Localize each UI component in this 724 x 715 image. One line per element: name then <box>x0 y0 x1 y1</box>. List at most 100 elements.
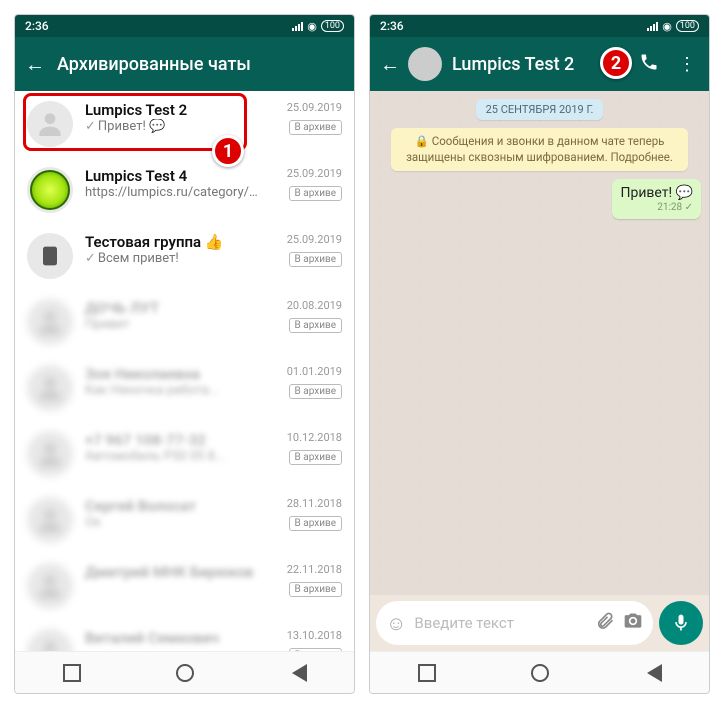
avatar[interactable] <box>27 365 73 411</box>
chat-date: 25.09.2019 <box>274 233 342 246</box>
chat-row[interactable]: Сергей ВолосатОк 28.11.2018 В архиве <box>15 487 354 553</box>
archived-badge: В архиве <box>289 384 342 399</box>
nav-recent-icon[interactable] <box>63 664 81 682</box>
chat-date: 25.09.2019 <box>274 167 342 180</box>
nav-back-icon[interactable] <box>289 664 307 682</box>
chat-date: 13.10.2018 <box>274 629 342 642</box>
chat-name: +7 967 108-77-32 <box>85 431 262 449</box>
text-field[interactable]: Введите текст <box>414 614 587 632</box>
archived-badge: В архиве <box>289 648 342 651</box>
chat-row[interactable]: +7 967 108-77-32Автомобиль P50 05 8... 10… <box>15 421 354 487</box>
archived-badge: В архиве <box>289 516 342 531</box>
nav-home-icon[interactable] <box>531 664 549 682</box>
app-bar-chat: ← Lumpics Test 2 ⋮ <box>370 37 709 91</box>
battery-icon: 100 <box>321 20 344 32</box>
chat-name: Lumpics Test 4 <box>85 167 262 185</box>
call-icon[interactable] <box>635 52 663 77</box>
archived-badge: В архиве <box>289 582 342 597</box>
chat-date: 22.11.2018 <box>274 563 342 576</box>
avatar[interactable] <box>27 233 73 279</box>
chat-last-message: Как Ниночка работа... <box>85 383 262 398</box>
more-icon[interactable]: ⋮ <box>673 54 701 75</box>
phone-right: 2:36 ◉ 100 ← Lumpics Test 2 ⋮ 25 СЕНТЯБР… <box>369 14 710 694</box>
avatar[interactable] <box>27 431 73 477</box>
battery-icon: 100 <box>676 20 699 32</box>
chat-date: 01.01.2019 <box>274 365 342 378</box>
nav-back-icon[interactable] <box>644 664 662 682</box>
check-icon: ✓ <box>85 119 96 134</box>
chat-name: Виталий Семкович <box>85 629 262 647</box>
camera-icon[interactable] <box>623 611 643 636</box>
chat-last-message: Автомобиль P50 05 8... <box>85 449 262 464</box>
chat-name: Сергей Волосат <box>85 497 262 515</box>
chat-row[interactable]: Lumpics Test 4https://lumpics.ru/categor… <box>15 157 354 223</box>
check-icon: ✓ <box>85 251 96 266</box>
chat-row[interactable]: Зоя НиколаевнаКак Ниночка работа... 01.01… <box>15 355 354 421</box>
message-input[interactable]: ☺ Введите текст <box>376 601 653 645</box>
chat-name: Lumpics Test 2 <box>85 101 262 119</box>
status-bar: 2:36 ◉ 100 <box>370 15 709 37</box>
emoji-icon[interactable]: ☺ <box>386 611 406 636</box>
chat-date: 28.11.2018 <box>274 497 342 510</box>
signal-icon <box>292 22 303 31</box>
phone-left: 2:36 ◉ 100 ← Архивированные чаты Lumpics… <box>14 14 355 694</box>
chat-last-message: ✓Привет! 💬 <box>85 119 262 134</box>
archived-badge: В архиве <box>289 450 342 465</box>
nav-recent-icon[interactable] <box>418 664 436 682</box>
status-icons: ◉ 100 <box>647 20 699 33</box>
chat-last-message: https://lumpics.ru/category/w... <box>85 185 262 200</box>
nav-home-icon[interactable] <box>176 664 194 682</box>
chat-row[interactable]: Тестовая группа 👍✓Всем привет! 25.09.2019… <box>15 223 354 289</box>
android-nav-bar <box>370 651 709 693</box>
avatar[interactable] <box>27 101 73 147</box>
check-icon: ✓ <box>685 202 693 213</box>
chat-last-message: Ок <box>85 515 262 530</box>
archived-badge: В архиве <box>289 186 342 201</box>
clock: 2:36 <box>25 19 49 33</box>
chat-name: Дмитрий МНК Бирюков <box>85 563 262 581</box>
wifi-icon: ◉ <box>662 20 672 33</box>
avatar[interactable] <box>27 167 73 213</box>
app-bar-archived: ← Архивированные чаты <box>15 37 354 91</box>
message-bubble-outgoing[interactable]: Привет! 💬 21:28 ✓ <box>612 179 701 219</box>
chat-date: 25.09.2019 <box>274 101 342 114</box>
back-arrow-icon[interactable]: ← <box>23 52 47 77</box>
avatar[interactable] <box>27 497 73 543</box>
back-arrow-icon[interactable]: ← <box>378 52 402 77</box>
archived-chat-list[interactable]: Lumpics Test 2✓Привет! 💬 25.09.2019 В архи… <box>15 91 354 651</box>
avatar[interactable] <box>27 629 73 651</box>
message-meta: 21:28 ✓ <box>620 202 693 213</box>
archived-badge: В архиве <box>289 318 342 333</box>
archived-badge: В архиве <box>289 252 342 267</box>
status-icons: ◉ 100 <box>292 20 344 33</box>
message-text: Привет! 💬 <box>620 185 693 201</box>
message-input-bar: ☺ Введите текст <box>370 595 709 651</box>
voice-message-button[interactable] <box>659 601 703 645</box>
callout-marker-1: 1 <box>212 135 244 167</box>
avatar[interactable] <box>27 299 73 345</box>
signal-icon <box>647 22 658 31</box>
chat-name: ДОЧЬ ЛУТ <box>85 299 262 317</box>
callout-marker-2: 2 <box>600 47 632 79</box>
archived-badge: В архиве <box>289 120 342 135</box>
chat-date: 10.12.2018 <box>274 431 342 444</box>
chat-last-message: ✓Всем привет! <box>85 251 262 266</box>
wifi-icon: ◉ <box>307 20 317 33</box>
chat-row[interactable]: Виталий Семкович 13.10.2018 В архиве <box>15 619 354 651</box>
encryption-notice[interactable]: 🔒 Сообщения и звонки в данном чате тепер… <box>391 128 688 171</box>
page-title: Архивированные чаты <box>57 54 346 75</box>
chat-messages-area[interactable]: 25 СЕНТЯБРЯ 2019 Г. 🔒 Сообщения и звонки… <box>370 91 709 595</box>
status-bar: 2:36 ◉ 100 <box>15 15 354 37</box>
chat-avatar[interactable] <box>408 47 442 81</box>
attach-icon[interactable] <box>595 611 615 636</box>
chat-row[interactable]: Дмитрий МНК Бирюков 22.11.2018 В архиве <box>15 553 354 619</box>
chat-row[interactable]: ДОЧЬ ЛУТПривет 20.08.2019 В архиве <box>15 289 354 355</box>
clock: 2:36 <box>380 19 404 33</box>
chat-name: Тестовая группа 👍 <box>85 233 262 251</box>
date-separator: 25 СЕНТЯБРЯ 2019 Г. <box>476 99 604 120</box>
chat-last-message: Привет <box>85 317 262 332</box>
chat-name: Зоя Николаевна <box>85 365 262 383</box>
chat-date: 20.08.2019 <box>274 299 342 312</box>
avatar[interactable] <box>27 563 73 609</box>
chat-row[interactable]: Lumpics Test 2✓Привет! 💬 25.09.2019 В архи… <box>15 91 354 157</box>
